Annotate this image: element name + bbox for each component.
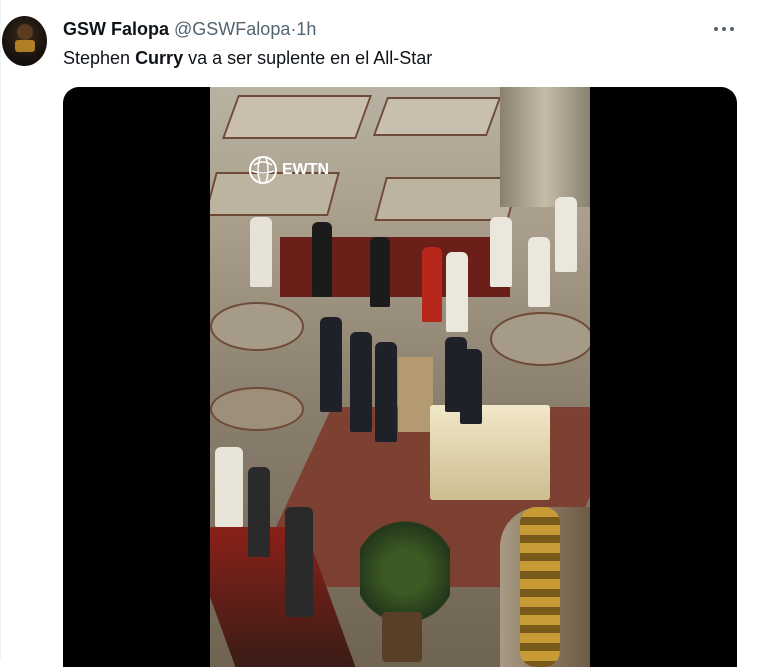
watermark-text: EWTN: [282, 161, 330, 178]
timestamp[interactable]: 1h: [296, 19, 316, 39]
avatar[interactable]: [2, 16, 47, 66]
tweet: GSW Falopa @GSWFalopa·1h Stephen Curry v…: [0, 0, 761, 667]
video-frame[interactable]: EWTN: [210, 87, 590, 667]
display-name[interactable]: GSW Falopa: [63, 19, 169, 39]
ewtn-watermark: EWTN: [248, 155, 329, 185]
more-icon[interactable]: [707, 17, 741, 41]
handle[interactable]: @GSWFalopa: [174, 19, 290, 39]
tweet-header: GSW Falopa @GSWFalopa·1h: [63, 17, 316, 41]
tweet-text: Stephen Curry va a ser suplente en el Al…: [63, 48, 433, 68]
video-player[interactable]: EWTN: [63, 87, 737, 667]
globe-logo-icon: [249, 156, 277, 184]
bold-word: Curry: [135, 48, 184, 68]
